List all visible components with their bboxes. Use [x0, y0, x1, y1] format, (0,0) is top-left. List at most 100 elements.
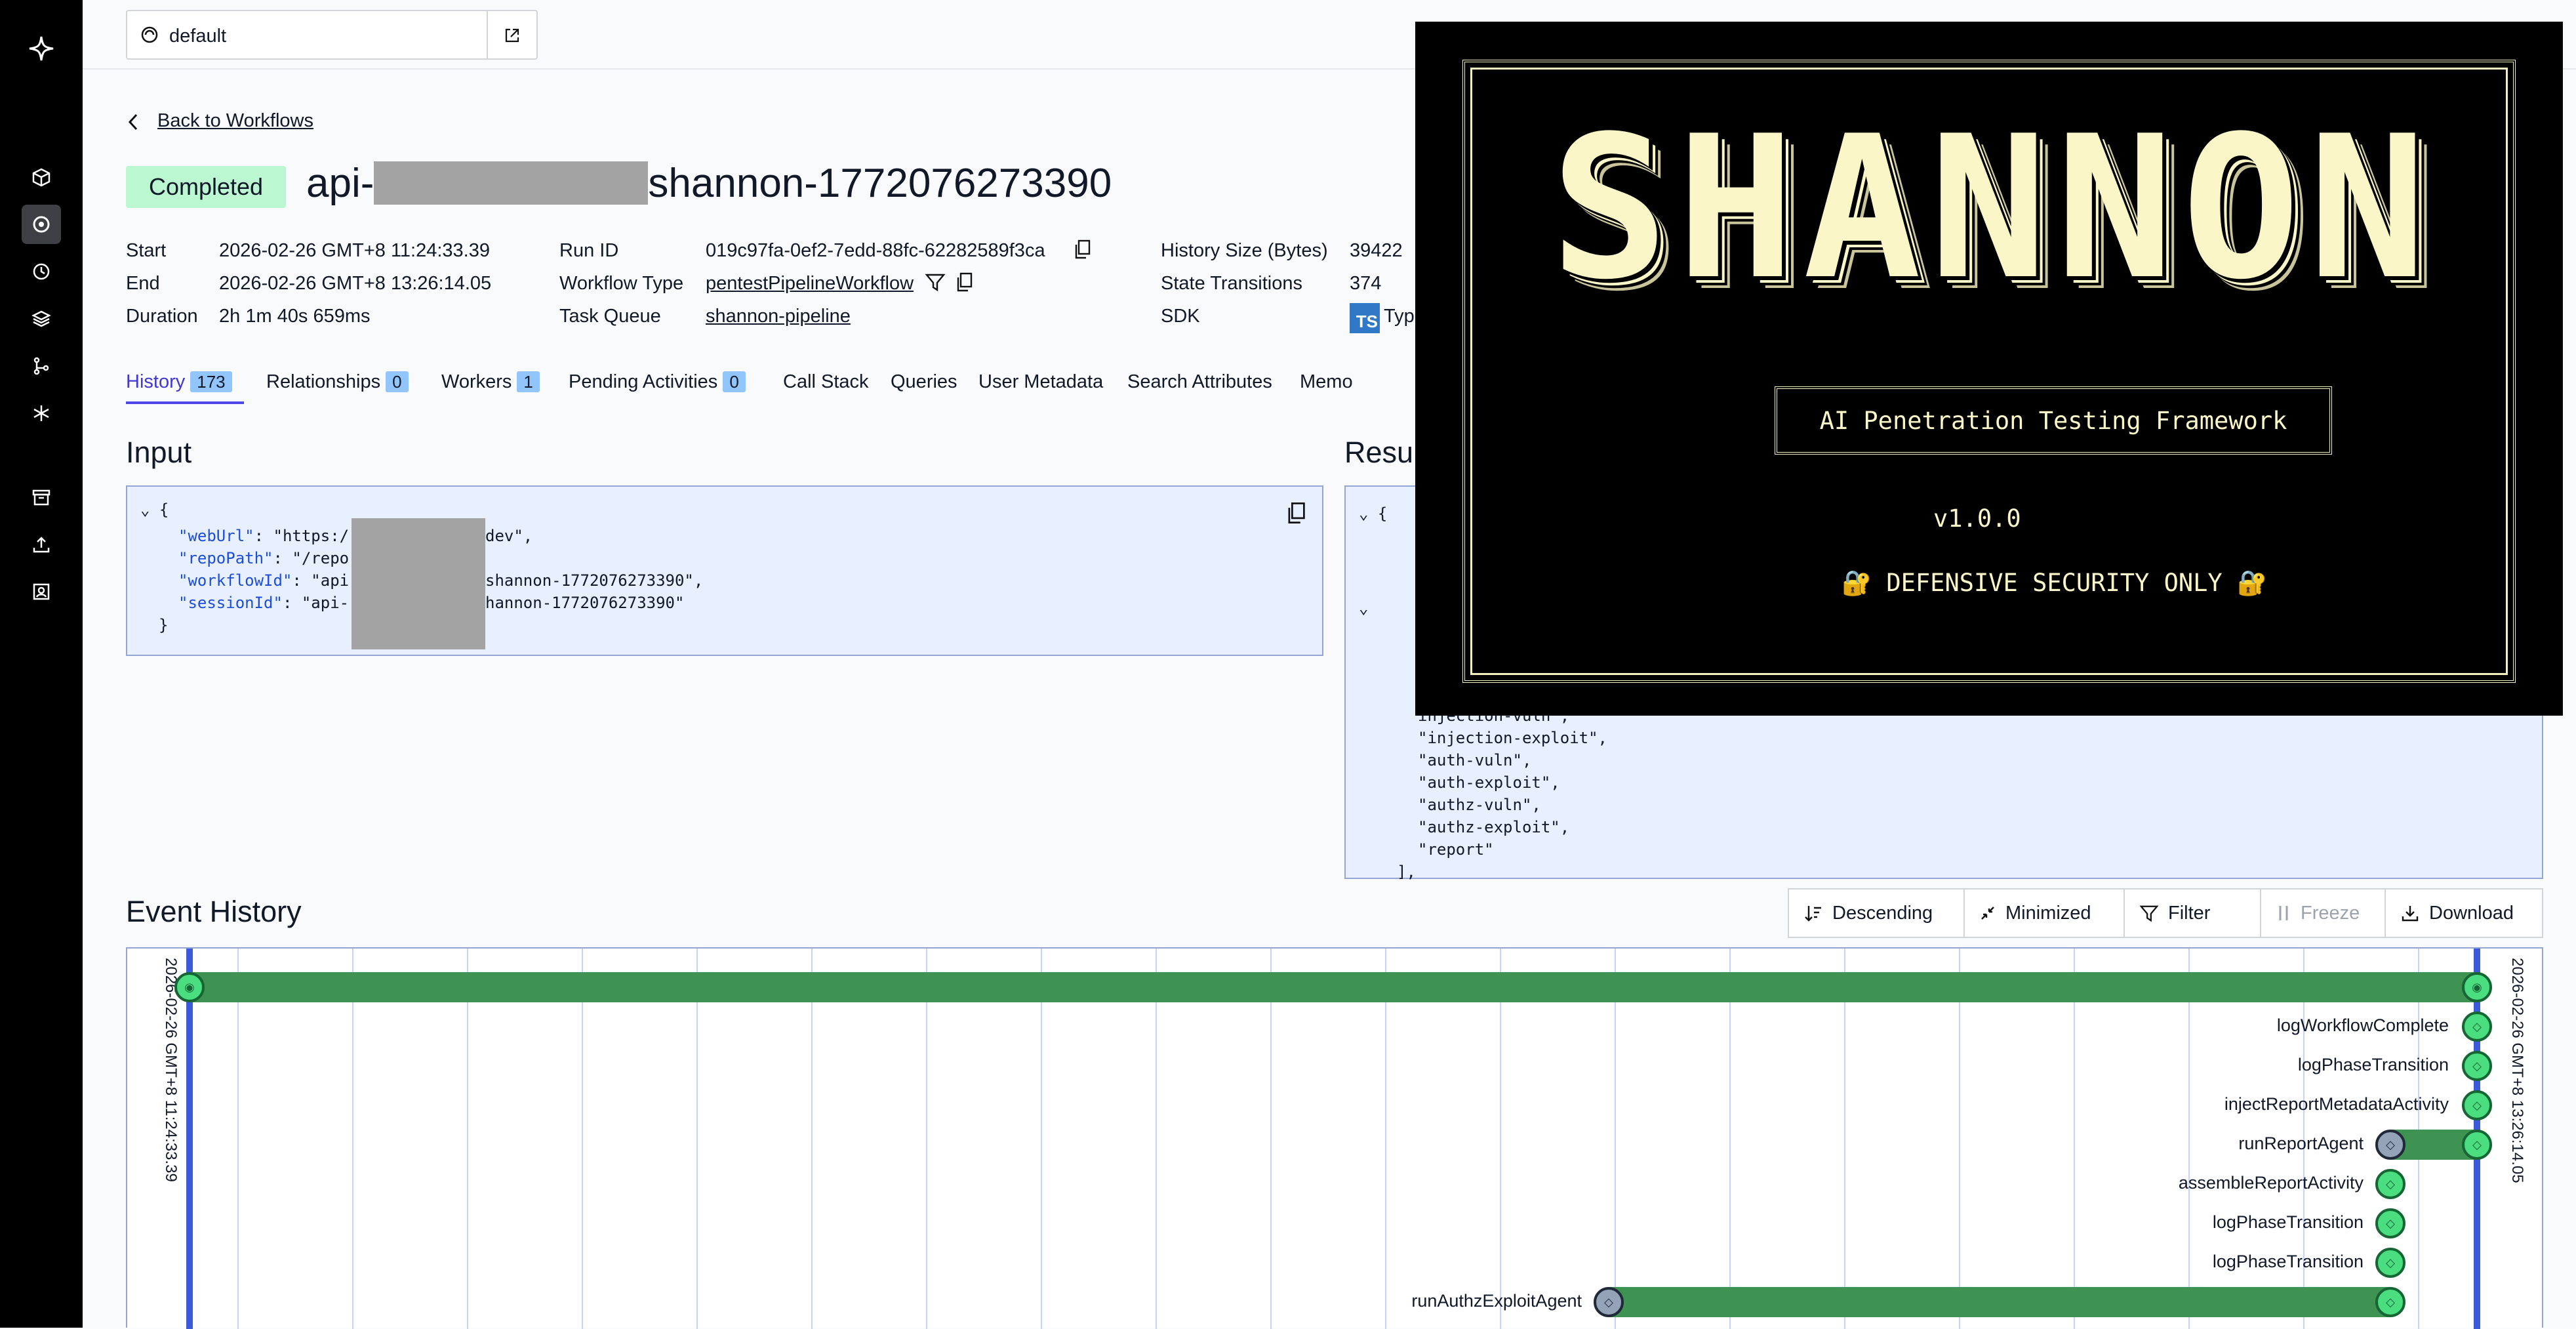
workflows-icon[interactable]	[22, 205, 61, 244]
asterisk-icon[interactable]	[28, 400, 54, 426]
descending-button[interactable]: Descending	[1788, 888, 1965, 938]
workflow-execution-bar[interactable]	[190, 972, 2480, 1002]
duration-value: 2h 1m 40s 659ms	[219, 306, 371, 327]
result-line: "authz-exploit",	[1418, 818, 1570, 836]
result-line: ],	[1397, 863, 1416, 881]
tab-relationships[interactable]: Relationships 0	[266, 371, 409, 393]
event-timeline[interactable]: 2026-02-26 GMT+8 11:24:33.39 2026-02-26 …	[126, 947, 2543, 1329]
contact-card-icon[interactable]	[28, 579, 54, 605]
tab-label: Workers	[441, 371, 512, 392]
tab-history[interactable]: History 173	[126, 371, 232, 393]
gridline	[1041, 949, 1042, 1329]
gridline	[811, 949, 813, 1329]
event-label[interactable]: runReportAgent	[2238, 1134, 2364, 1154]
event-node[interactable]: ◇	[2375, 1169, 2405, 1199]
collapse-chevron[interactable]: ⌄	[1359, 597, 1368, 619]
download-button[interactable]: Download	[2385, 888, 2543, 938]
event-node[interactable]: ◇	[2375, 1248, 2405, 1278]
workflow-start-node[interactable]: ◉	[174, 972, 205, 1002]
namespace-switcher[interactable]: default	[126, 10, 538, 60]
event-label[interactable]: logPhaseTransition	[2298, 1055, 2449, 1075]
gridline	[352, 949, 353, 1329]
gridline	[1844, 949, 1845, 1329]
json-value: : "/repo	[273, 549, 350, 567]
minimized-button[interactable]: Minimized	[1963, 888, 2125, 938]
event-label[interactable]: logPhaseTransition	[2213, 1252, 2364, 1272]
start-label: Start	[126, 240, 167, 261]
task-queue-label: Task Queue	[559, 306, 661, 327]
tab-memo[interactable]: Memo	[1300, 371, 1353, 393]
back-to-workflows-link[interactable]: Back to Workflows	[157, 110, 313, 132]
tab-pending-activities[interactable]: Pending Activities 0	[569, 371, 746, 393]
event-node[interactable]: ◇	[2375, 1287, 2405, 1317]
upload-icon[interactable]	[28, 531, 54, 558]
code-line-tail: dev",	[485, 527, 533, 545]
git-branch-icon[interactable]	[28, 353, 54, 379]
result-heading: Resu	[1344, 436, 1414, 469]
task-queue-link[interactable]: shannon-pipeline	[706, 306, 851, 327]
event-label[interactable]: runAuthzExploitAgent	[1411, 1291, 1582, 1311]
event-node[interactable]: ◇	[1594, 1287, 1624, 1317]
input-heading: Input	[126, 436, 192, 469]
collapse-chevron[interactable]: ⌄ {	[140, 499, 169, 521]
event-node[interactable]: ◇	[2375, 1208, 2405, 1238]
gridline	[1500, 949, 1501, 1329]
gridline	[1615, 949, 1616, 1329]
event-label[interactable]: logWorkflowComplete	[2277, 1015, 2449, 1036]
activity-bar[interactable]	[1609, 1287, 2391, 1317]
history-icon[interactable]	[28, 258, 54, 285]
tab-call-stack[interactable]: Call Stack	[783, 371, 869, 393]
tab-user-metadata[interactable]: User Metadata	[978, 371, 1103, 393]
archive-icon[interactable]	[28, 484, 54, 510]
redacted-block	[352, 518, 485, 649]
event-node[interactable]: ◇	[2462, 1012, 2492, 1042]
timeline-start-marker	[186, 949, 193, 1329]
gridline	[1270, 949, 1272, 1329]
external-link-icon[interactable]	[502, 26, 522, 45]
banner-version: v1.0.0	[1933, 504, 2021, 533]
sdk-value: Typ	[1384, 306, 1415, 327]
filter-icon[interactable]	[925, 272, 946, 293]
tab-label: History	[126, 371, 186, 392]
gridline	[237, 949, 239, 1329]
event-node[interactable]: ◇	[2462, 1090, 2492, 1120]
copy-icon[interactable]	[1073, 239, 1091, 260]
collapse-chevron[interactable]: ⌄ {	[1359, 502, 1387, 525]
workflow-end-node[interactable]: ◉	[2462, 972, 2492, 1002]
banner-notice: 🔐 DEFENSIVE SECURITY ONLY 🔐	[1841, 569, 2268, 597]
gridline	[1156, 949, 1157, 1329]
gridline	[582, 949, 583, 1329]
workflow-type-link[interactable]: pentestPipelineWorkflow	[706, 273, 914, 295]
filter-button[interactable]: Filter	[2123, 888, 2261, 938]
event-label[interactable]: assembleReportActivity	[2179, 1173, 2364, 1193]
code-line: "webUrl": "https:/	[178, 525, 349, 547]
json-key: "sessionId"	[178, 594, 283, 612]
input-code-viewer[interactable]: ⌄ { "webUrl": "https:/ dev", "repoPath":…	[126, 485, 1323, 656]
active-tab-indicator	[126, 401, 244, 404]
tab-queries[interactable]: Queries	[891, 371, 957, 393]
event-label[interactable]: logPhaseTransition	[2213, 1212, 2364, 1233]
shannon-logo: SHANNON	[1550, 94, 2435, 323]
button-label: Freeze	[2301, 902, 2360, 924]
event-label[interactable]: injectReportMetadataActivity	[2224, 1094, 2449, 1114]
cube-icon[interactable]	[28, 164, 54, 190]
button-label: Filter	[2168, 902, 2211, 924]
tab-workers[interactable]: Workers 1	[441, 371, 540, 393]
copy-icon[interactable]	[1285, 501, 1306, 525]
minimize-icon	[1981, 907, 1994, 920]
event-history-heading: Event History	[126, 895, 302, 928]
copy-icon[interactable]	[955, 272, 973, 293]
event-node[interactable]: ◇	[2462, 1130, 2492, 1160]
result-line: "injection-exploit",	[1418, 729, 1607, 747]
timeline-end-time: 2026-02-26 GMT+8 13:26:14.05	[2508, 958, 2526, 1183]
temporal-logo-icon[interactable]	[28, 35, 54, 62]
event-node[interactable]: ◇	[2375, 1130, 2405, 1160]
freeze-button[interactable]: Freeze	[2260, 888, 2386, 938]
tab-count-badge: 0	[386, 371, 409, 392]
event-node[interactable]: ◇	[2462, 1051, 2492, 1081]
chevron-left-icon[interactable]	[126, 113, 140, 131]
namespace-icon	[141, 26, 158, 43]
layers-icon[interactable]	[28, 306, 54, 332]
tab-search-attributes[interactable]: Search Attributes	[1127, 371, 1272, 393]
button-label: Descending	[1832, 902, 1933, 924]
